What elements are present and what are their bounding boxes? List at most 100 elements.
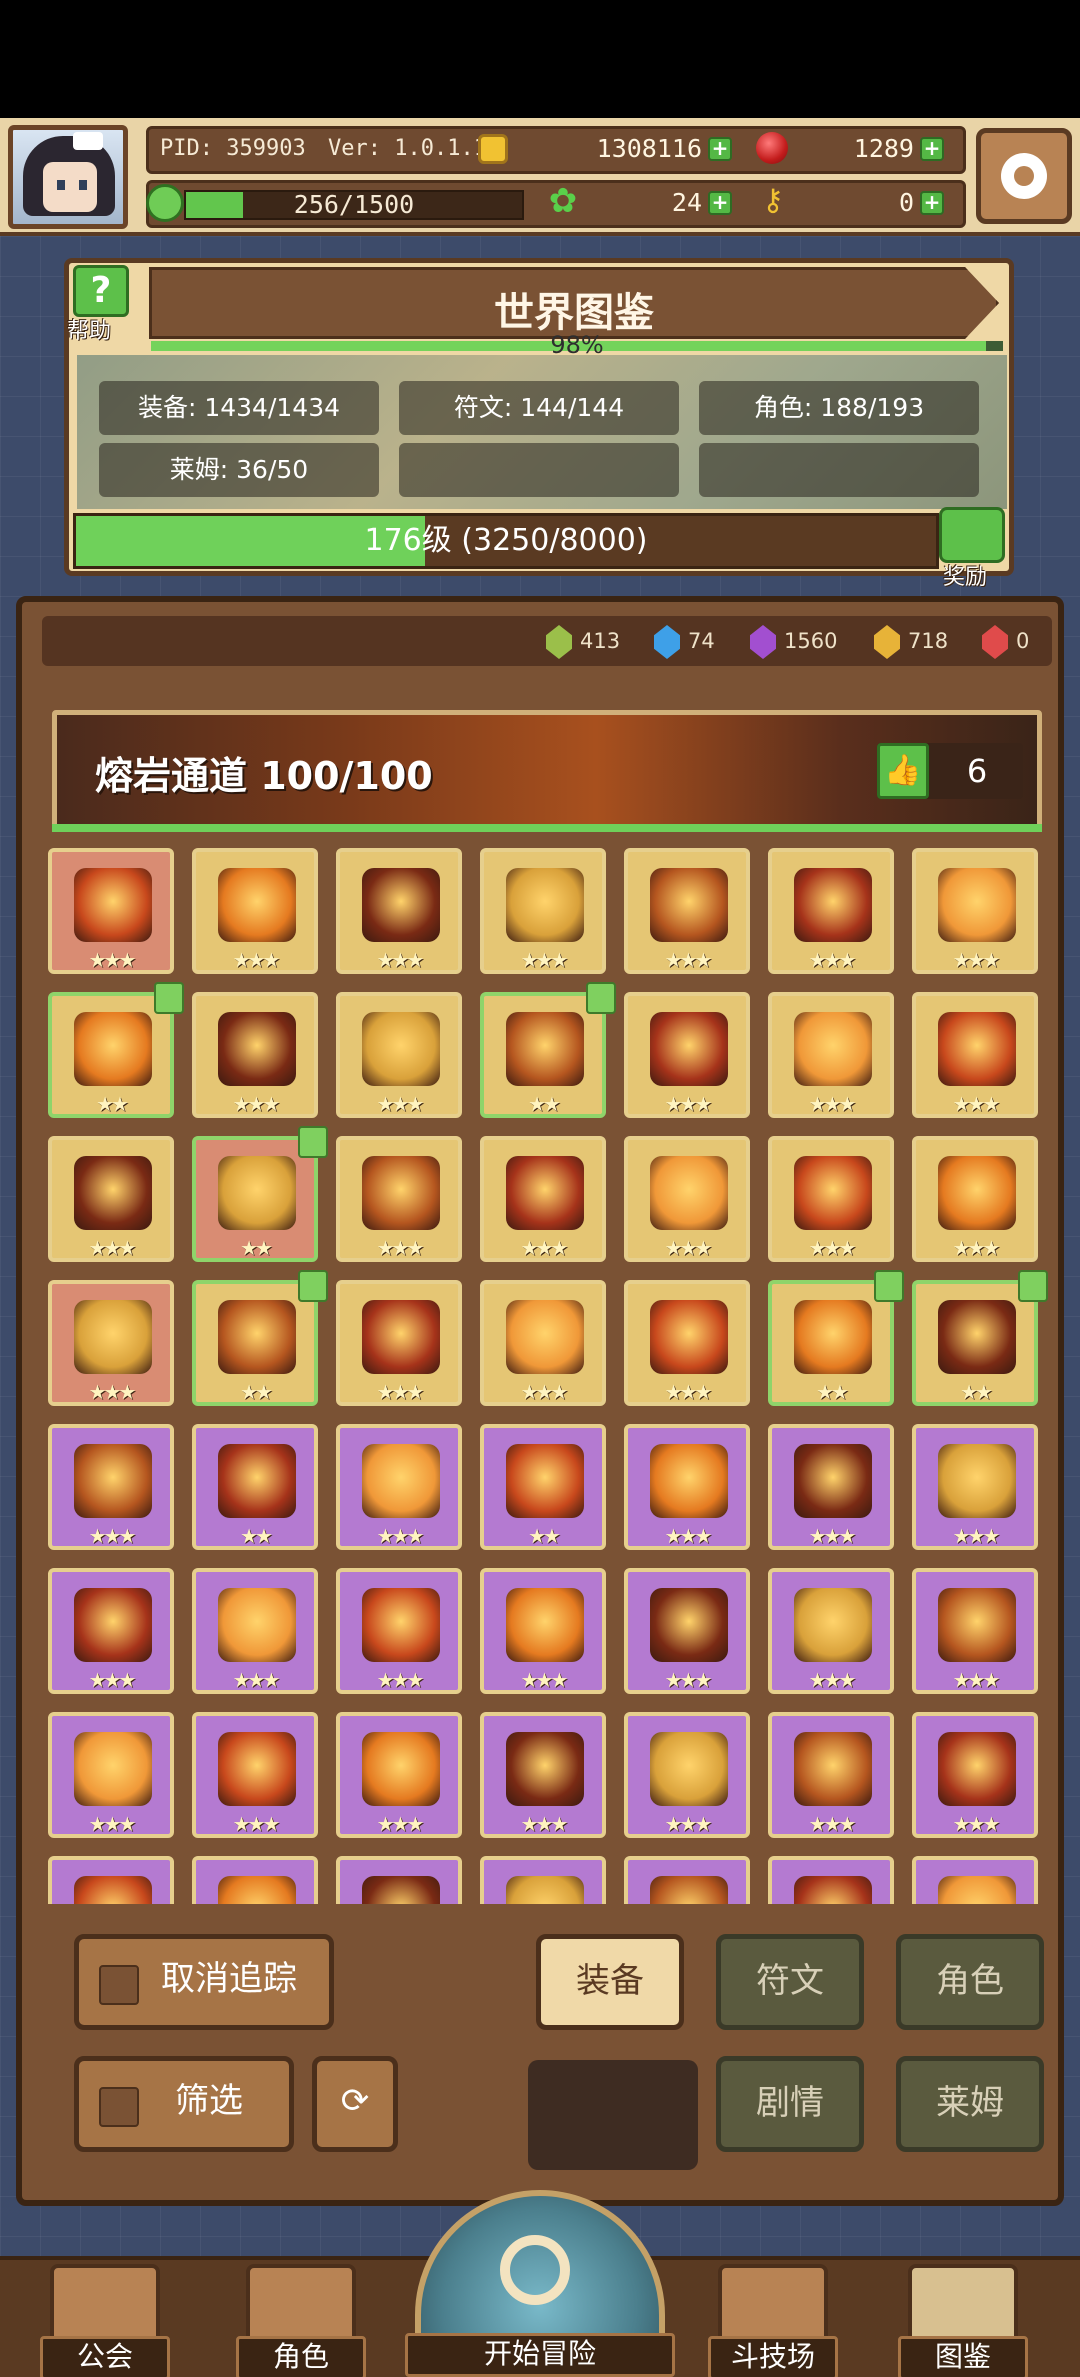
grid-icon bbox=[99, 2087, 139, 2127]
equipment-slot[interactable]: ★★★ bbox=[192, 1712, 318, 1838]
equipment-slot[interactable]: ★★★ bbox=[48, 1280, 174, 1406]
equipment-slot[interactable]: ★★ bbox=[480, 982, 616, 1118]
equipment-slot[interactable]: ★★★ bbox=[912, 1424, 1038, 1550]
equipment-item-icon bbox=[506, 1732, 584, 1806]
reward-button[interactable]: 奖励 bbox=[939, 507, 1017, 590]
equipment-slot[interactable]: ★★★ bbox=[768, 1136, 894, 1262]
star-rating: ★★★ bbox=[376, 1092, 425, 1116]
tab-story[interactable]: 剧情 bbox=[716, 2056, 864, 2152]
nav-guild[interactable]: 公会 bbox=[40, 2264, 170, 2377]
star-rating: ★★ bbox=[240, 1236, 273, 1260]
equipment-slot[interactable]: ★★★ bbox=[336, 1712, 462, 1838]
equipment-slot[interactable]: ★★★ bbox=[768, 1568, 894, 1694]
equipment-slot[interactable]: ★★★ bbox=[624, 1136, 750, 1262]
equipment-slot[interactable]: ★★★ bbox=[336, 1424, 462, 1550]
equipment-slot[interactable]: ★★★ bbox=[912, 1712, 1038, 1838]
equipment-slot[interactable]: ★★★ bbox=[912, 848, 1038, 974]
settings-button[interactable] bbox=[976, 128, 1072, 224]
equipment-slot[interactable]: ★★★ bbox=[912, 1568, 1038, 1694]
tab-rune[interactable]: 符文 bbox=[716, 1934, 864, 2030]
filter-button[interactable]: 筛选 bbox=[74, 2056, 294, 2152]
equipment-slot[interactable]: ★★★ bbox=[48, 1424, 174, 1550]
equipment-slot[interactable]: ★★★ bbox=[336, 1136, 462, 1262]
zone-banner[interactable]: 熔岩通道 100/100 👍 6 bbox=[52, 710, 1042, 830]
equipment-slot[interactable]: ★★★ bbox=[192, 1568, 318, 1694]
add-clover-button[interactable]: + bbox=[708, 191, 732, 215]
nav-arena[interactable]: 斗技场 bbox=[708, 2264, 838, 2377]
star-rating: ★★ bbox=[816, 1380, 849, 1404]
equipment-slot[interactable]: ★★ bbox=[192, 1126, 328, 1262]
equipment-stat: 装备: 1434/1434 bbox=[99, 381, 379, 435]
tab-character[interactable]: 角色 bbox=[896, 1934, 1044, 2030]
equipment-item-icon bbox=[938, 1300, 1016, 1374]
equipment-item-icon bbox=[650, 1012, 728, 1086]
equipment-slot[interactable]: ★★★ bbox=[480, 1568, 606, 1694]
equipment-slot[interactable]: ★★★ bbox=[480, 1136, 606, 1262]
equipment-slot[interactable]: ★★★ bbox=[336, 992, 462, 1118]
equipment-slot[interactable]: ★★★ bbox=[480, 1280, 606, 1406]
equipment-slot[interactable]: ★★★ bbox=[336, 1568, 462, 1694]
equipment-slot[interactable] bbox=[768, 1856, 894, 1904]
equipment-slot[interactable]: ★★★ bbox=[768, 1712, 894, 1838]
equipment-slot[interactable] bbox=[192, 1856, 318, 1904]
equipment-slot[interactable] bbox=[336, 1856, 462, 1904]
equipment-slot[interactable]: ★★★ bbox=[48, 848, 174, 974]
equipment-item-icon bbox=[938, 1876, 1016, 1904]
equipment-slot[interactable]: ★★★ bbox=[624, 1424, 750, 1550]
equipment-slot[interactable]: ★★★ bbox=[48, 1712, 174, 1838]
equipment-slot[interactable]: ★★★ bbox=[768, 992, 894, 1118]
equipment-slot[interactable]: ★★★ bbox=[624, 848, 750, 974]
equipment-slot[interactable]: ★★★ bbox=[624, 1712, 750, 1838]
equipment-slot[interactable]: ★★★ bbox=[624, 1280, 750, 1406]
equipment-slot[interactable] bbox=[48, 1856, 174, 1904]
equipment-slot[interactable]: ★★★ bbox=[192, 992, 318, 1118]
equipment-item-icon bbox=[218, 1156, 296, 1230]
add-key-button[interactable]: + bbox=[920, 191, 944, 215]
player-avatar[interactable] bbox=[8, 125, 128, 229]
tab-equipment[interactable]: 装备 bbox=[536, 1934, 684, 2030]
refresh-button[interactable]: ⟳ bbox=[312, 2056, 398, 2152]
equipment-slot[interactable]: ★★★ bbox=[480, 848, 606, 974]
star-rating: ★★★ bbox=[232, 1092, 281, 1116]
equipment-slot[interactable]: ★★★ bbox=[48, 1136, 174, 1262]
equipment-slot[interactable]: ★★★ bbox=[480, 1712, 606, 1838]
equipment-slot[interactable]: ★★ bbox=[192, 1424, 318, 1550]
equipment-slot[interactable]: ★★★ bbox=[912, 992, 1038, 1118]
star-rating: ★★★ bbox=[376, 948, 425, 972]
equipment-slot[interactable]: ★★★ bbox=[768, 848, 894, 974]
equipment-slot[interactable]: ★★ bbox=[912, 1270, 1048, 1406]
like-counter[interactable]: 👍 6 bbox=[877, 743, 1023, 799]
start-adventure-button[interactable]: 开始冒险 bbox=[405, 2190, 675, 2377]
equipment-slot[interactable]: ★★★ bbox=[912, 1136, 1038, 1262]
equipment-slot[interactable] bbox=[624, 1856, 750, 1904]
equipment-item-icon bbox=[650, 1300, 728, 1374]
equipment-slot[interactable]: ★★★ bbox=[192, 848, 318, 974]
equipment-slot[interactable]: ★★ bbox=[192, 1270, 328, 1406]
equipment-slot[interactable]: ★★★ bbox=[768, 1424, 894, 1550]
star-rating: ★★★ bbox=[232, 948, 281, 972]
equipment-slot[interactable]: ★★ bbox=[48, 982, 184, 1118]
version-label: Ver: 1.0.1.13 bbox=[328, 136, 501, 161]
equipment-slot[interactable]: ★★★ bbox=[48, 1568, 174, 1694]
equipment-item-icon bbox=[218, 1300, 296, 1374]
equipment-item-icon bbox=[650, 868, 728, 942]
equipment-slot[interactable]: ★★ bbox=[768, 1270, 904, 1406]
equipment-item-icon bbox=[362, 868, 440, 942]
nav-guild-label: 公会 bbox=[40, 2336, 170, 2377]
untrack-button[interactable]: 取消追踪 bbox=[74, 1934, 334, 2030]
equipment-item-icon bbox=[650, 1588, 728, 1662]
equipment-slot[interactable]: ★★★ bbox=[624, 992, 750, 1118]
add-ruby-button[interactable]: + bbox=[920, 137, 944, 161]
tab-slime[interactable]: 莱姆 bbox=[896, 2056, 1044, 2152]
equipment-slot[interactable]: ★★★ bbox=[624, 1568, 750, 1694]
nav-codex[interactable]: 图鉴 bbox=[898, 2264, 1028, 2377]
star-rating: ★★★ bbox=[808, 1092, 857, 1116]
add-gold-button[interactable]: + bbox=[708, 137, 732, 161]
equipment-slot[interactable]: ★★ bbox=[480, 1424, 606, 1550]
equipment-slot[interactable] bbox=[912, 1856, 1038, 1904]
equipment-slot[interactable]: ★★★ bbox=[336, 848, 462, 974]
equipment-slot[interactable]: ★★★ bbox=[336, 1280, 462, 1406]
equipment-slot[interactable] bbox=[480, 1856, 606, 1904]
help-button[interactable]: ? 帮助 bbox=[67, 265, 135, 345]
nav-character[interactable]: 角色 bbox=[236, 2264, 366, 2377]
